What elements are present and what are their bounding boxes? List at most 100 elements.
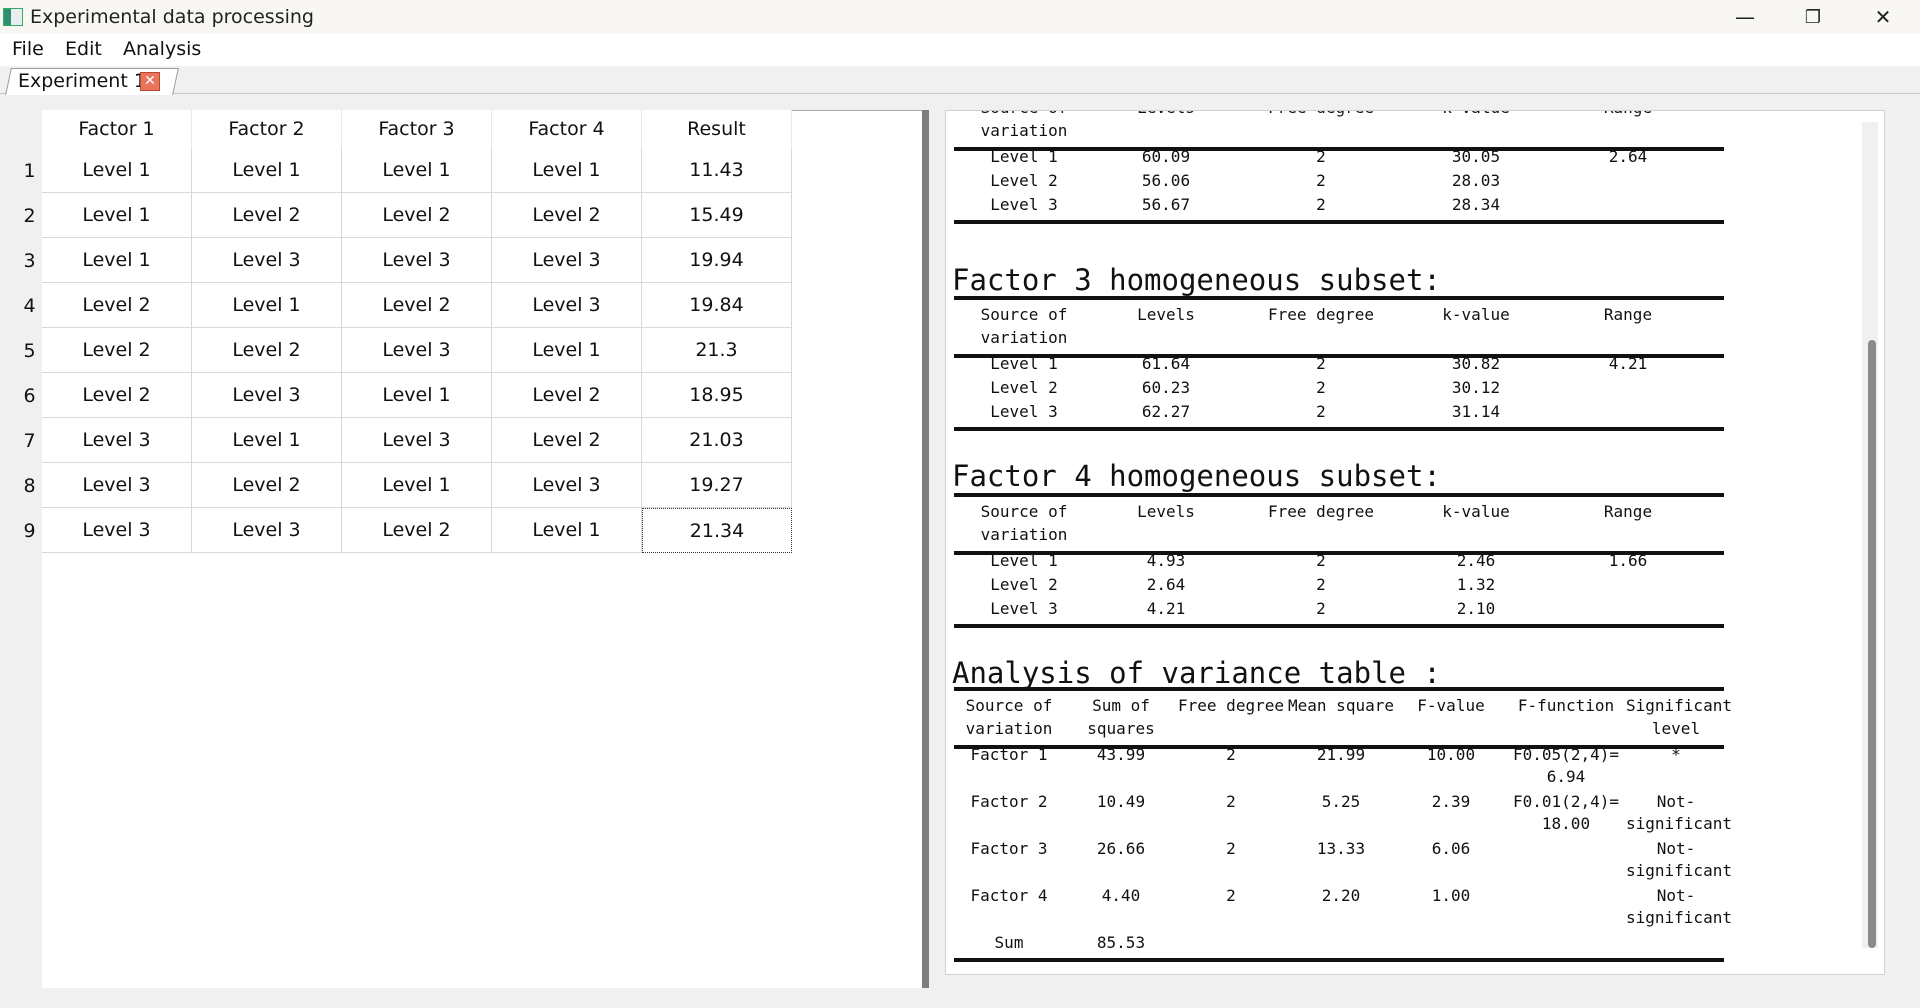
anova-f-value: 10.00 <box>1426 745 1476 764</box>
panel-splitter[interactable] <box>922 110 929 988</box>
column-header-factor-1[interactable]: Factor 1 <box>42 110 192 148</box>
subset-levels-value: 2.64 <box>1146 575 1186 594</box>
anova-free-degree: 2 <box>1226 745 1236 764</box>
table-row: 1 Level 1 Level 1 Level 1 Level 1 11.43 <box>17 148 792 193</box>
table-row: 9 Level 3 Level 3 Level 2 Level 1 21.34 <box>17 508 792 553</box>
factor-cell[interactable]: Level 3 <box>492 238 642 283</box>
factor-cell[interactable]: Level 3 <box>192 373 342 418</box>
result-cell[interactable]: 21.03 <box>642 418 792 463</box>
factor-cell[interactable]: Level 1 <box>192 148 342 193</box>
anova-significant-level: * <box>1671 745 1681 764</box>
factor-cell[interactable]: Level 1 <box>42 148 192 193</box>
anova-f-function: 18.00 <box>1541 814 1591 833</box>
row-number[interactable]: 6 <box>17 373 42 418</box>
result-cell[interactable]: 19.27 <box>642 463 792 508</box>
factor-cell[interactable]: Level 3 <box>492 463 642 508</box>
anova-header-source: variation <box>965 719 1053 738</box>
factor-cell[interactable]: Level 2 <box>192 193 342 238</box>
factor-cell[interactable]: Level 1 <box>492 328 642 373</box>
column-header-k-value: k-value <box>1442 305 1510 324</box>
factor-cell[interactable]: Level 2 <box>192 463 342 508</box>
section-title: Factor 3 homogeneous subset: <box>952 263 1441 297</box>
anova-header-free-degree: Free degree <box>1178 696 1284 715</box>
column-header-factor-4[interactable]: Factor 4 <box>492 110 642 148</box>
column-header-k-value: k-value <box>1406 111 1546 119</box>
result-cell[interactable]: 19.84 <box>642 283 792 328</box>
subset-levels-value: 56.06 <box>1141 171 1191 190</box>
column-header-result[interactable]: Result <box>642 110 792 148</box>
factor-cell[interactable]: Level 3 <box>192 508 342 553</box>
factor-cell[interactable]: Level 1 <box>42 238 192 283</box>
menu-analysis[interactable]: Analysis <box>123 38 201 60</box>
subset-row-name: Level 1 <box>990 354 1058 373</box>
factor-cell[interactable]: Level 2 <box>192 328 342 373</box>
factor-cell[interactable]: Level 1 <box>192 283 342 328</box>
result-cell[interactable]: 21.3 <box>642 328 792 373</box>
close-button[interactable]: ✕ <box>1848 0 1918 34</box>
row-number[interactable]: 7 <box>17 418 42 463</box>
row-number[interactable]: 3 <box>17 238 42 283</box>
subset-k-value: 28.34 <box>1451 195 1501 214</box>
factor-cell[interactable]: Level 3 <box>192 238 342 283</box>
anova-f-value: 2.39 <box>1431 792 1471 811</box>
factor-cell[interactable]: Level 1 <box>342 148 492 193</box>
anova-row-name: Factor 4 <box>970 886 1048 905</box>
factor-cell[interactable]: Level 2 <box>342 193 492 238</box>
factor-cell[interactable]: Level 1 <box>492 508 642 553</box>
menu-file[interactable]: File <box>12 38 44 60</box>
result-cell[interactable]: 21.34 <box>642 508 792 553</box>
factor-cell[interactable]: Level 2 <box>342 508 492 553</box>
anova-mean-square: 5.25 <box>1321 792 1361 811</box>
subset-free-degree-value: 2 <box>1316 551 1326 570</box>
result-cell[interactable]: 18.95 <box>642 373 792 418</box>
factor-cell[interactable]: Level 2 <box>42 328 192 373</box>
factor-cell[interactable]: Level 2 <box>492 418 642 463</box>
table-row: 5 Level 2 Level 2 Level 3 Level 1 21.3 <box>17 328 792 373</box>
table-rule <box>954 296 1724 300</box>
anova-free-degree: 2 <box>1226 839 1236 858</box>
row-number[interactable]: 8 <box>17 463 42 508</box>
factor-cell[interactable]: Level 2 <box>42 283 192 328</box>
factor-cell[interactable]: Level 1 <box>342 373 492 418</box>
factor-cell[interactable]: Level 1 <box>342 463 492 508</box>
factor-cell[interactable]: Level 1 <box>192 418 342 463</box>
factor-cell[interactable]: Level 1 <box>492 148 642 193</box>
row-number[interactable]: 4 <box>17 283 42 328</box>
factor-cell[interactable]: Level 2 <box>42 373 192 418</box>
factor-cell[interactable]: Level 2 <box>342 283 492 328</box>
factor-cell[interactable]: Level 2 <box>492 373 642 418</box>
result-cell[interactable]: 11.43 <box>642 148 792 193</box>
minimize-button[interactable]: — <box>1710 0 1780 34</box>
factor-cell[interactable]: Level 3 <box>342 418 492 463</box>
result-cell[interactable]: 19.94 <box>642 238 792 283</box>
row-number[interactable]: 9 <box>17 508 42 553</box>
menu-edit[interactable]: Edit <box>65 38 102 60</box>
tab-close-icon[interactable]: ✕ <box>140 72 160 91</box>
anova-header-source: Source of <box>965 696 1053 715</box>
restore-button[interactable]: ❐ <box>1778 0 1848 34</box>
column-header-range: Range <box>1558 111 1698 119</box>
factor-cell[interactable]: Level 2 <box>492 193 642 238</box>
subset-free-degree-value: 2 <box>1316 147 1326 166</box>
column-header-source: variation <box>980 328 1068 347</box>
factor-cell[interactable]: Level 3 <box>42 418 192 463</box>
factor-cell[interactable]: Level 3 <box>342 328 492 373</box>
table-rule <box>954 624 1724 628</box>
column-header-factor-3[interactable]: Factor 3 <box>342 110 492 148</box>
factor-cell[interactable]: Level 3 <box>42 508 192 553</box>
anova-f-function: 6.94 <box>1546 767 1586 786</box>
subset-free-degree-value: 2 <box>1316 171 1326 190</box>
row-number[interactable]: 5 <box>17 328 42 373</box>
row-number[interactable]: 2 <box>17 193 42 238</box>
row-number[interactable]: 1 <box>17 148 42 193</box>
factor-cell[interactable]: Level 1 <box>42 193 192 238</box>
table-row: 7 Level 3 Level 1 Level 3 Level 2 21.03 <box>17 418 792 463</box>
anova-sum-value: 85.53 <box>1096 933 1146 952</box>
scrollbar-thumb[interactable] <box>1868 340 1876 948</box>
factor-cell[interactable]: Level 3 <box>342 238 492 283</box>
factor-cell[interactable]: Level 3 <box>492 283 642 328</box>
result-cell[interactable]: 15.49 <box>642 193 792 238</box>
subset-levels-value: 60.09 <box>1141 147 1191 166</box>
column-header-factor-2[interactable]: Factor 2 <box>192 110 342 148</box>
factor-cell[interactable]: Level 3 <box>42 463 192 508</box>
